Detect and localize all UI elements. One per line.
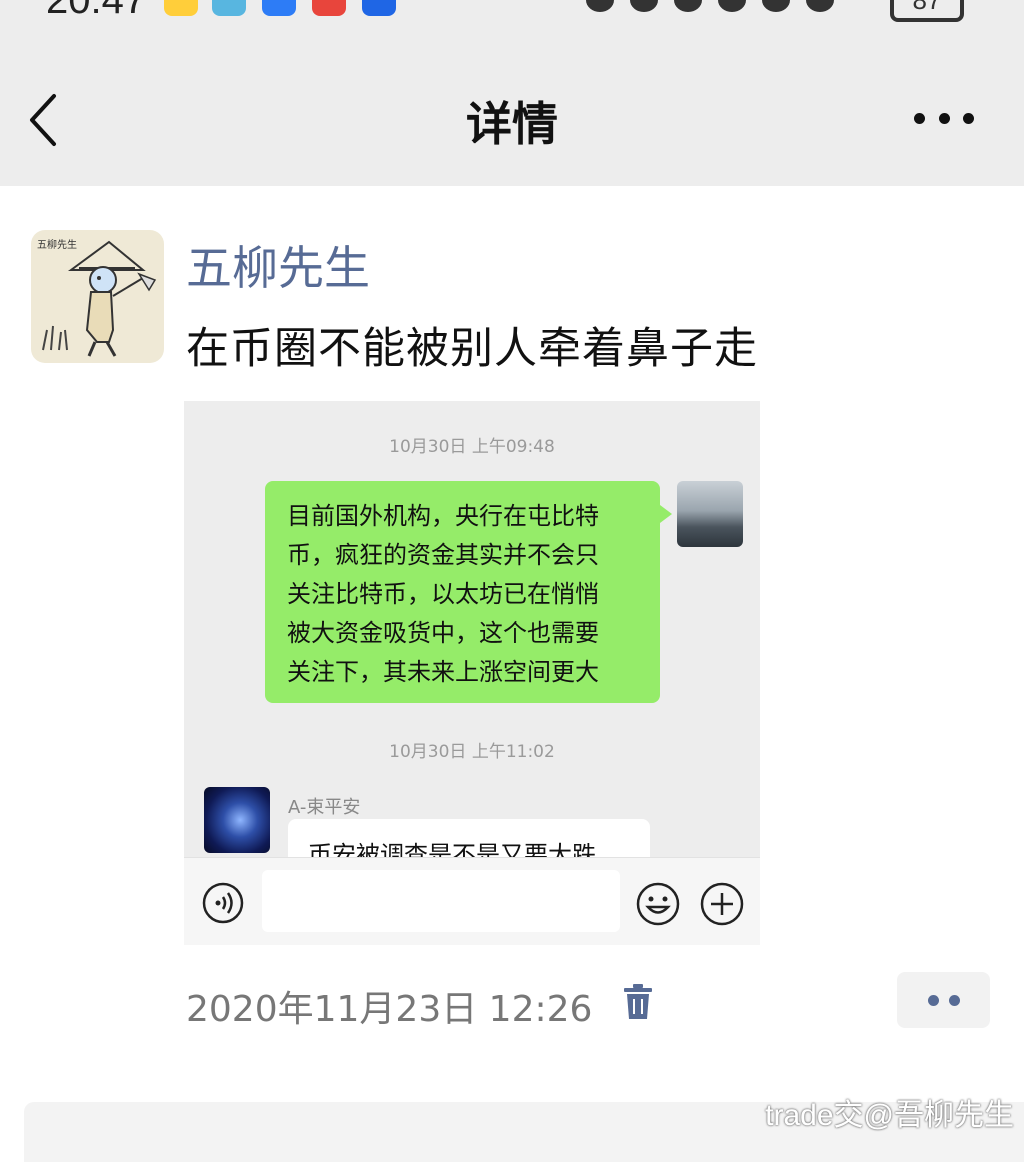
wifi-icon [762, 0, 790, 12]
watermark: trade交@吾柳先生 [765, 1099, 1014, 1132]
emoji-icon [636, 882, 680, 926]
message-line: 关注比特币，以太坊已在悄悄 [287, 580, 599, 608]
dot-icon [938, 112, 950, 124]
dot-icon [948, 994, 960, 1006]
signal-icon [806, 0, 834, 12]
contact-avatar [204, 787, 270, 853]
nav-bar: 详情 [0, 28, 1024, 186]
app-icon-navy [362, 0, 396, 16]
dot-icon [927, 994, 939, 1006]
more-options-button[interactable] [914, 108, 974, 128]
status-icons [586, 0, 834, 12]
battery-indicator: 87 [890, 0, 964, 22]
vpn-icon [586, 0, 614, 12]
self-avatar [677, 481, 743, 547]
page-title: 详情 [466, 97, 558, 151]
bluetooth-icon [674, 0, 702, 12]
message-line: 被大资金吸货中，这个也需要 [287, 619, 599, 647]
status-time: 20:47 [46, 0, 147, 22]
scarecrow-illustration [42, 240, 157, 357]
message-input [262, 870, 620, 932]
chat-timestamp: 10月30日 上午11:02 [389, 742, 555, 762]
nfc-icon [630, 0, 658, 12]
message-line: 关注下，其未来上涨空间更大 [287, 658, 599, 686]
post-timestamp: 2020年11月23日 12:26 [186, 989, 593, 1030]
plus-icon [700, 882, 744, 926]
status-bar: 20:47 87 [0, 0, 1024, 28]
post-text: 在币圈不能被别人牵着鼻子走 [186, 324, 758, 374]
dot-icon [914, 112, 925, 124]
chat-screenshot-image[interactable]: 10月30日 上午09:48 目前国外机构，央行在屯比特 币，疯狂的资金其实并不… [184, 401, 760, 945]
sent-message-bubble: 目前国外机构，央行在屯比特 币，疯狂的资金其实并不会只 关注比特币，以太坊已在悄… [265, 481, 672, 703]
chat-input-bar [184, 857, 760, 945]
sender-name: A-束平安 [288, 797, 361, 818]
voice-icon [202, 882, 244, 924]
app-icon-blue [262, 0, 296, 16]
comment-like-menu-button[interactable] [897, 972, 990, 1028]
weibo-app-icon [164, 0, 198, 16]
message-line: 币，疯狂的资金其实并不会只 [287, 541, 599, 569]
app-icon-red [312, 0, 346, 16]
trash-icon[interactable] [622, 984, 654, 1020]
mute-icon [718, 0, 746, 12]
message-line: 目前国外机构，央行在屯比特 [287, 502, 599, 530]
map-app-icon [212, 0, 246, 16]
author-name[interactable]: 五柳先生 [186, 232, 370, 298]
chat-timestamp: 10月30日 上午09:48 [389, 437, 555, 457]
dot-icon [963, 112, 974, 124]
author-avatar[interactable]: 五柳先生 [31, 230, 164, 363]
